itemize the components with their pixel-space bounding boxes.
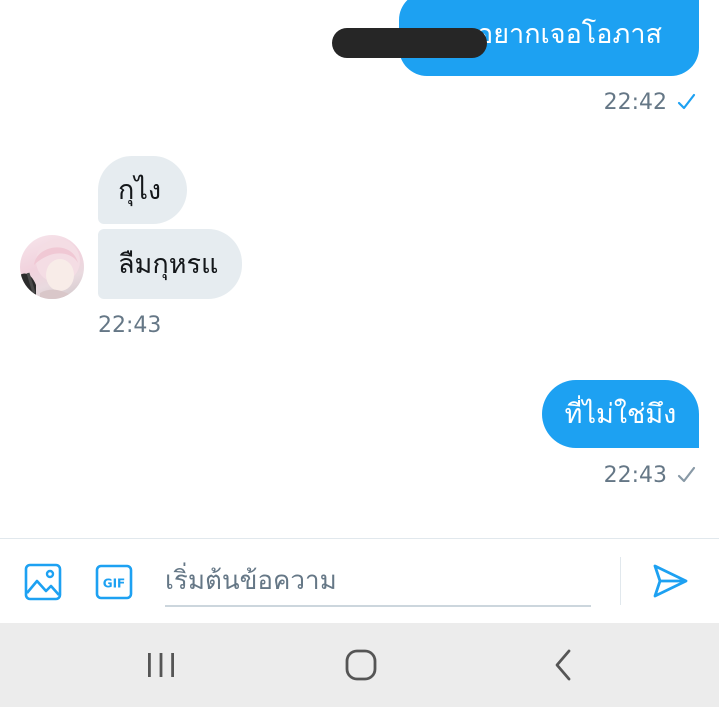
incoming-message-bubble[interactable]: กุไง: [98, 156, 187, 224]
message-text: กุไง: [118, 174, 162, 206]
android-navigation-bar: [0, 623, 719, 707]
gif-label: GIF: [103, 577, 126, 591]
send-icon[interactable]: [650, 561, 690, 601]
avatar-image: [20, 239, 80, 299]
message-text: อยากเจอโอภาส: [477, 18, 662, 50]
message-text: ลืมกุหรแ: [118, 248, 219, 280]
message-timestamp: 22:43: [603, 463, 667, 488]
message-timestamp: 22:43: [98, 313, 162, 338]
home-icon[interactable]: [344, 648, 378, 682]
message-text: ที่ไม่ใช่มึง: [564, 398, 677, 430]
redaction-mark: [332, 28, 487, 58]
outgoing-message-bubble[interactable]: ที่ไม่ใช่มึง: [542, 380, 699, 448]
message-thread[interactable]: อยากเจอโอภาส 22:42 กุไง ลืมกุหรแ 22:43 ท…: [0, 0, 719, 538]
read-check-icon: [677, 93, 696, 110]
message-input[interactable]: [165, 557, 591, 607]
message-composer: GIF: [0, 538, 719, 623]
message-timestamp: 22:42: [603, 90, 667, 115]
back-icon[interactable]: [552, 648, 574, 682]
composer-divider: [620, 557, 621, 605]
recents-icon[interactable]: [145, 651, 177, 679]
incoming-message-bubble[interactable]: ลืมกุหรแ: [98, 229, 242, 299]
sent-check-icon: [677, 466, 696, 483]
gif-icon[interactable]: GIF: [95, 564, 133, 600]
image-icon[interactable]: [24, 563, 62, 601]
avatar[interactable]: [20, 235, 84, 299]
